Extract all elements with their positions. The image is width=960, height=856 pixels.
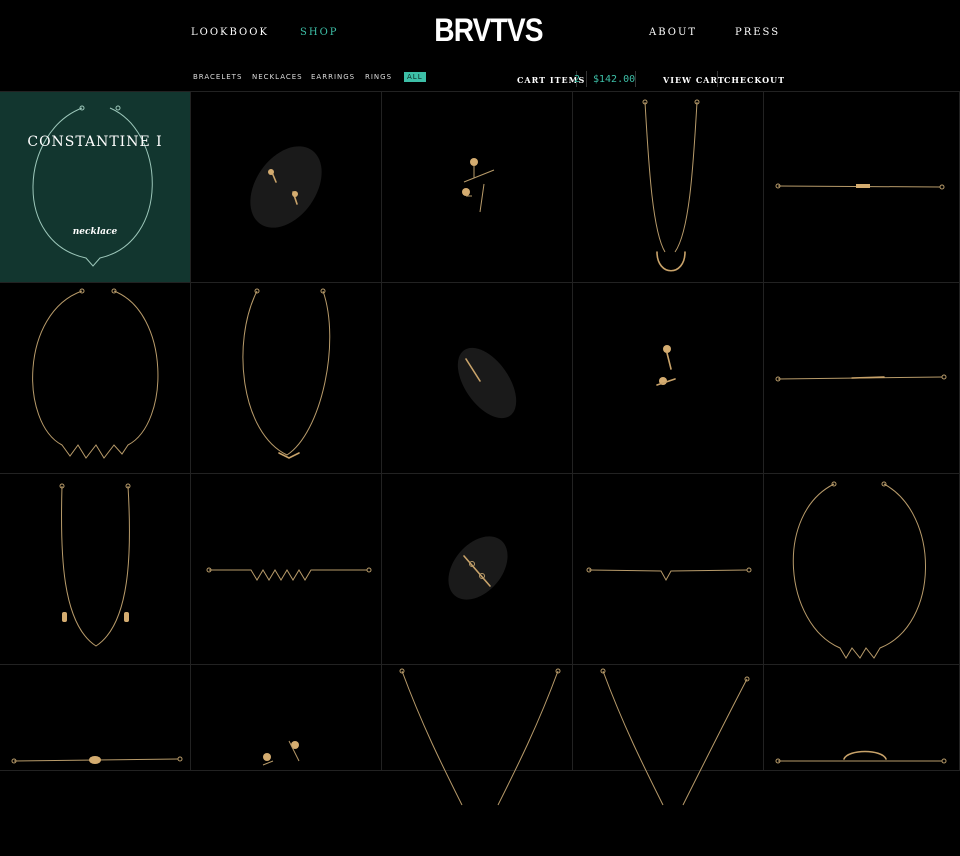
necklace-image [32,105,153,267]
nav-shop[interactable]: SHOP [300,27,339,38]
checkout-link[interactable]: CHECKOUT [724,75,785,85]
product-tile[interactable] [0,665,191,771]
category-necklaces[interactable]: NECKLACES [252,73,303,81]
cart-items-count: 2 [574,74,581,85]
earrings-image [656,345,676,386]
category-rings[interactable]: RINGS [365,73,392,81]
divider [635,71,636,87]
product-tile[interactable] [191,92,382,283]
divider [586,71,587,87]
product-tile[interactable] [764,474,960,665]
bracelet-image [775,183,945,190]
product-tile[interactable] [573,665,764,806]
necklace-image [600,668,750,806]
cart-total: $142.00 [593,74,636,85]
product-tile[interactable] [764,665,960,771]
featured-product-tile[interactable]: CONSTANTINE I necklace [0,92,191,283]
nav-press[interactable]: PRESS [735,27,780,38]
earrings-image [262,740,300,766]
product-tile[interactable] [0,474,191,665]
product-tile[interactable] [573,474,764,665]
featured-subtitle: necklace [72,227,118,237]
bracelet-image [586,567,752,582]
brand-logo[interactable]: BRVTVS [434,12,543,49]
bracelet-image [206,567,372,581]
product-tile[interactable] [764,283,960,474]
product-tile[interactable] [191,474,382,665]
product-tile[interactable] [382,283,573,474]
category-earrings[interactable]: EARRINGS [311,73,355,81]
product-tile[interactable] [764,92,960,283]
ring-image [448,536,508,600]
ring-image [250,146,322,228]
view-cart-link[interactable]: VIEW CART [663,75,725,85]
necklace-image [642,99,700,272]
product-tile[interactable] [382,474,573,665]
necklace-image [242,288,331,459]
product-grid: CONSTANTINE I necklace [0,91,960,806]
ring-image [457,347,517,419]
product-tile[interactable] [191,665,382,771]
bracelet-image [775,374,947,382]
necklace-image [59,483,131,647]
category-all[interactable]: ALL [404,72,426,82]
nav-about[interactable]: ABOUT [649,27,697,38]
product-tile[interactable] [0,283,191,474]
nav-lookbook[interactable]: LOOKBOOK [191,27,269,38]
necklace-image [32,288,159,459]
bracelet-image [11,756,183,764]
product-tile[interactable] [382,665,573,806]
product-tile[interactable] [573,283,764,474]
category-bracelets[interactable]: BRACELETS [193,73,242,81]
product-tile[interactable] [382,92,573,283]
bracelet-image [775,750,947,764]
product-tile[interactable] [191,283,382,474]
divider [717,71,718,87]
earrings-image [462,158,495,213]
product-tile[interactable] [573,92,764,283]
featured-title: CONSTANTINE I [27,134,163,150]
necklace-image [792,481,926,659]
necklace-image [399,668,561,806]
